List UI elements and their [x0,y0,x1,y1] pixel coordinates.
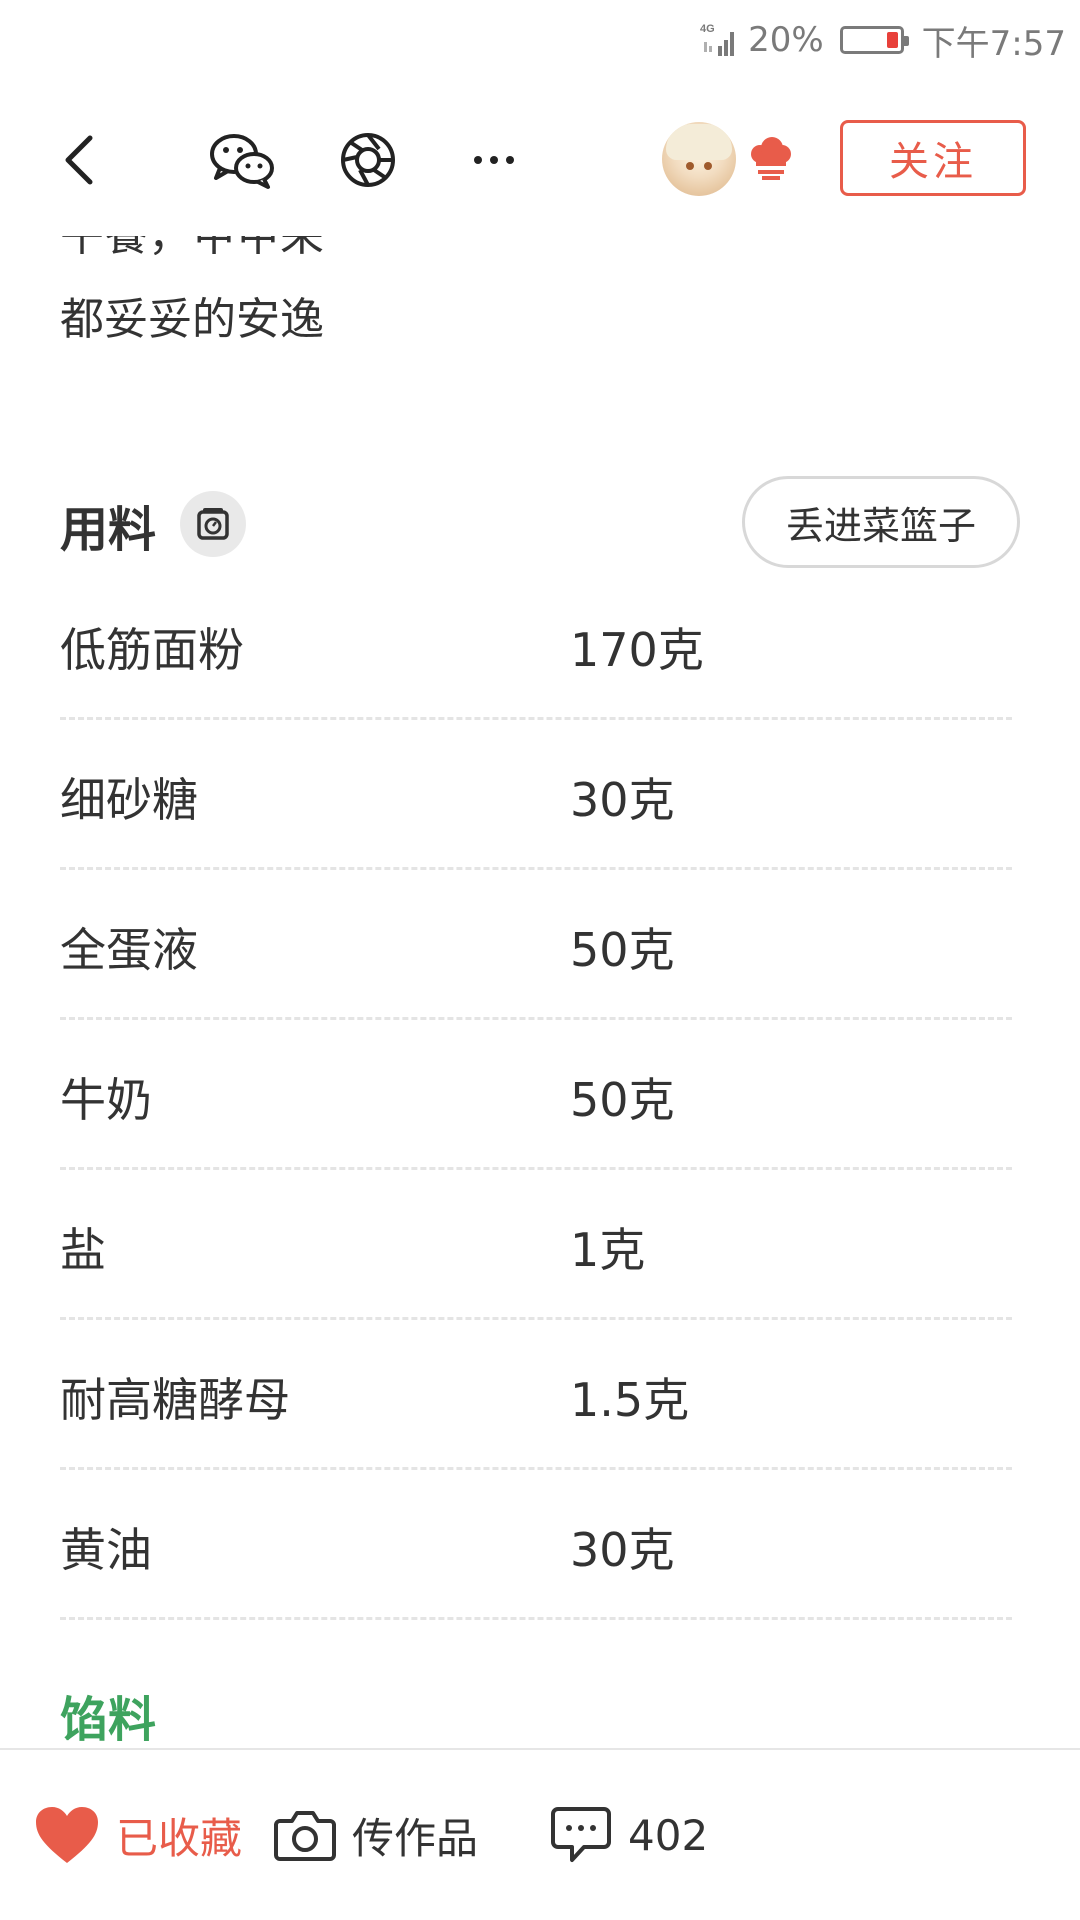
ingredient-quantity: 50克 [570,1073,675,1127]
avatar-hair [666,124,732,160]
camera-icon [274,1811,336,1861]
upload-work-button[interactable]: 传作品 [274,1750,478,1920]
ingredient-name: 黄油 [60,1523,152,1577]
collect-button[interactable]: 已收藏 [34,1750,242,1920]
status-indicators: 4G 20% 下午7:57 [698,16,1066,64]
top-nav: 关注 [0,80,1080,236]
bottom-action-bar: 已收藏 传作品 402 [0,1748,1080,1920]
comment-count: 402 [628,1810,709,1860]
signal-icon: 4G [700,23,735,56]
add-to-basket-button[interactable]: 丢进菜篮子 [742,476,1020,568]
ingredient-row[interactable]: 细砂糖 30克 [60,720,1012,870]
ingredients-title: 用料 [60,502,157,558]
more-icon [474,156,514,164]
comment-icon [551,1807,611,1862]
chef-hat-icon [751,137,791,180]
ingredient-list: 低筋面粉 170克 细砂糖 30克 全蛋液 50克 牛奶 50克 盐 1克 耐高… [60,570,1012,1620]
ingredient-quantity: 50克 [570,923,675,977]
ingredient-row[interactable]: 全蛋液 50克 [60,870,1012,1020]
clock: 下午7:57 [921,23,1066,64]
ingredient-name: 耐高糖酵母 [60,1373,290,1427]
battery-level [886,32,898,48]
share-moments-button[interactable] [332,124,404,196]
battery-percent: 20% [748,20,824,60]
back-button[interactable] [44,124,116,196]
ingredient-name: 全蛋液 [60,923,198,977]
share-wechat-button[interactable] [206,124,278,196]
filling-section-title: 馅料 [60,1692,157,1748]
ingredient-row[interactable]: 盐 1克 [60,1170,1012,1320]
heart-icon [36,1807,98,1863]
kitchen-scale-button[interactable] [180,491,246,557]
author-avatar[interactable] [662,122,736,196]
status-bar: 4G 20% 下午7:57 [0,0,1080,80]
network-type: 4G [700,23,715,35]
upload-label: 传作品 [352,1813,479,1863]
ingredient-row[interactable]: 牛奶 50克 [60,1020,1012,1170]
follow-button[interactable]: 关注 [840,120,1026,196]
ingredient-row[interactable]: 耐高糖酵母 1.5克 [60,1320,1012,1470]
ingredient-quantity: 30克 [570,1523,675,1577]
ingredient-name: 牛奶 [60,1073,152,1127]
ingredient-quantity: 170克 [570,623,704,677]
battery-icon [839,26,909,54]
ingredient-name: 盐 [60,1223,106,1277]
ingredient-name: 细砂糖 [60,773,198,827]
wechat-icon [210,134,274,189]
collect-label: 已收藏 [116,1813,243,1863]
kitchen-scale-icon [197,508,229,540]
more-button[interactable] [458,124,530,196]
ingredient-quantity: 1.5克 [570,1373,690,1427]
description-text: 都妥妥的安逸 [60,294,324,345]
back-icon [65,135,93,185]
ingredient-quantity: 30克 [570,773,675,827]
ingredient-row[interactable]: 低筋面粉 170克 [60,570,1012,720]
moments-icon [341,133,395,187]
description-line-clipped: 午餐，甲甲采 [60,236,324,262]
comments-button[interactable]: 402 [550,1750,708,1920]
ingredient-row[interactable]: 黄油 30克 [60,1470,1012,1620]
ingredient-quantity: 1克 [570,1223,646,1277]
ingredient-name: 低筋面粉 [60,623,244,677]
